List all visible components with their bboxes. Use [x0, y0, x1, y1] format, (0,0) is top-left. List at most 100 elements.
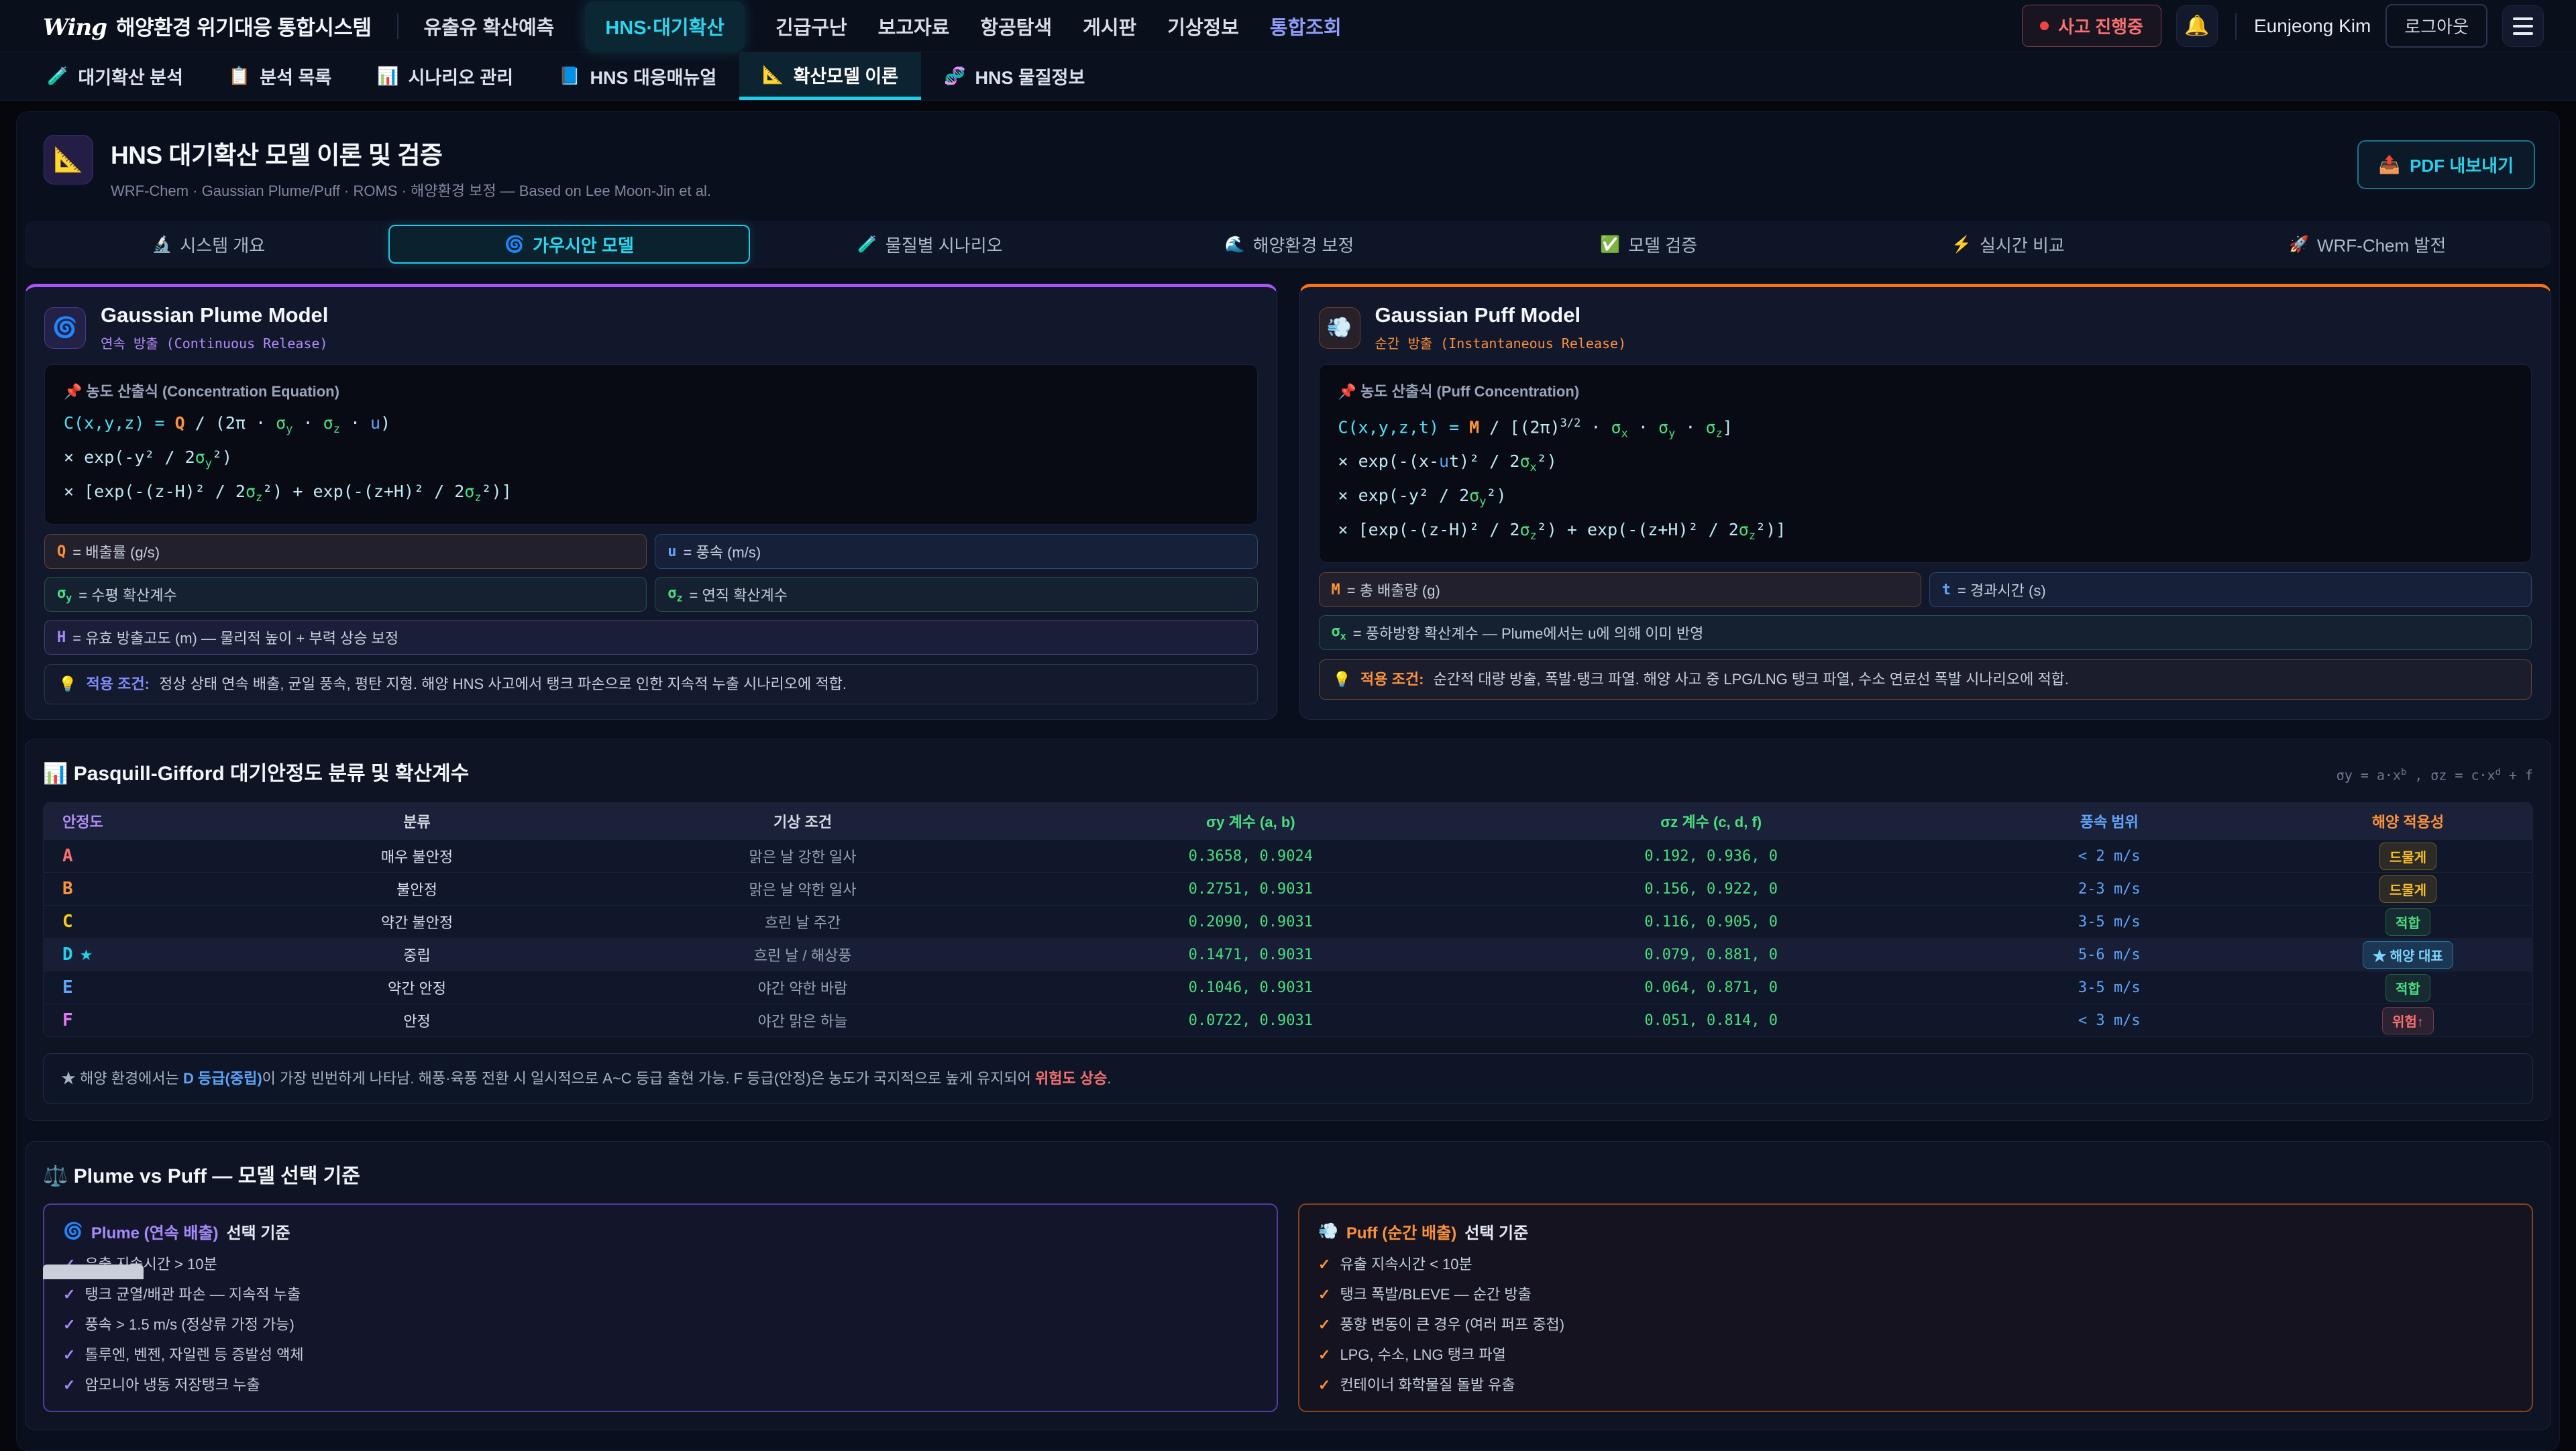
criteria-item: ✓풍속 > 1.5 m/s (정상류 가정 가능) — [63, 1313, 1258, 1334]
criteria-text: 탱크 폭발/BLEVE — 순간 방출 — [1340, 1283, 1531, 1304]
topnav-item-2[interactable]: HNS·대기확산 — [585, 1, 745, 51]
token: ²) — [1486, 486, 1506, 505]
token: · — [340, 413, 370, 433]
section-tab-3[interactable]: 🧪물질별 시나리오 — [750, 225, 1110, 264]
grade-cell: A — [44, 846, 243, 866]
subnav-tab-2[interactable]: 📋분석 목록 — [206, 52, 354, 100]
subnav-tab-icon: 📐 — [762, 64, 784, 85]
selection-box-accent: Plume (연속 배출) — [91, 1220, 219, 1243]
token: z — [1530, 529, 1537, 543]
pin-icon: 📌 — [1338, 383, 1356, 400]
token: 위험도 상승 — [1035, 1070, 1107, 1087]
criteria-text: 유출 지속시간 < 10분 — [1340, 1252, 1472, 1274]
selection-box-accent: Puff (순간 배출) — [1346, 1220, 1456, 1243]
logout-button[interactable]: 로그아웃 — [2385, 4, 2487, 48]
criteria-text: LPG, 수소, LNG 탱크 파열 — [1340, 1343, 1505, 1364]
equation-line: × exp(-y² / 2σy²) — [64, 443, 1238, 478]
plume-condition-note: 💡 적용 조건: 정상 상태 연속 배출, 균일 풍속, 평탄 지형. 해양 H… — [44, 664, 1258, 704]
subnav-tab-3[interactable]: 📊시나리오 관리 — [354, 52, 536, 100]
grade-cell: D★ — [44, 945, 243, 965]
notifications-button[interactable]: 🔔 — [2176, 5, 2218, 47]
subnav-tab-4[interactable]: 📘HNS 대응매뉴얼 — [536, 52, 739, 100]
class-cell: 약간 안정 — [243, 977, 591, 998]
subnav-tab-label: 시나리오 관리 — [409, 63, 514, 89]
token: × [exp(-(z-H)² / 2 — [64, 482, 246, 501]
subnav-tab-5[interactable]: 📐확산모델 이론 — [739, 52, 921, 100]
check-icon: ✓ — [63, 1286, 75, 1303]
section-tab-4[interactable]: 🌊해양환경 보정 — [1110, 225, 1469, 264]
incident-status-label: 사고 진행중 — [2058, 13, 2143, 38]
topnav-item-8[interactable]: 통합조회 — [1270, 12, 1342, 40]
pdf-export-button[interactable]: 📤 PDF 내보내기 — [2357, 140, 2535, 189]
token: ) — [380, 413, 390, 433]
parameter-description: = 유효 방출고도 (m) — 물리적 높이 + 부력 상승 보정 — [72, 627, 398, 648]
app-logo[interactable]: Wing 해양환경 위기대응 통합시스템 — [43, 11, 372, 41]
table-row[interactable]: D★중립흐린 날 / 해상풍0.1471, 0.90310.079, 0.881… — [44, 938, 2532, 971]
token: σ — [323, 413, 333, 433]
grade-letter: A — [62, 846, 73, 866]
criteria-text: 암모니아 냉동 저장탱크 누출 — [85, 1373, 260, 1395]
selection-box-title: 💨Puff (순간 배출) 선택 기준 — [1318, 1220, 2513, 1243]
topnav-item-1[interactable]: 유출유 확산예측 — [424, 12, 555, 40]
parameter-symbol: t — [1942, 582, 1951, 598]
star-icon: ★ — [80, 947, 93, 963]
token: y — [286, 423, 292, 436]
parameter-description: = 풍하방향 확산계수 — Plume에서는 u에 의해 이미 반영 — [1353, 622, 1704, 643]
equation-line: × exp(-y² / 2σy²) — [1338, 482, 2513, 516]
incident-status-badge[interactable]: 사고 진행중 — [2022, 5, 2161, 47]
parameter-item: Q= 배출률 (g/s) — [44, 534, 647, 569]
topnav-item-4[interactable]: 보고자료 — [878, 12, 950, 40]
section-tab-label: 가우시안 모델 — [533, 232, 634, 257]
table-header-row: 안정도분류기상 조건σy 계수 (a, b)σz 계수 (c, d, f)풍속 … — [44, 803, 2532, 839]
token: d — [2496, 767, 2501, 777]
hamburger-menu-button[interactable] — [2502, 5, 2544, 47]
subnav-tab-6[interactable]: 🧬HNS 물질정보 — [921, 52, 1108, 100]
parameter-symbol: H — [57, 629, 66, 646]
token: ²) + exp(-(z+H)² / 2 — [1537, 520, 1739, 539]
table-row[interactable]: F안정야간 맑은 하늘0.0722, 0.90310.051, 0.814, 0… — [44, 1004, 2532, 1036]
topnav-item-7[interactable]: 기상정보 — [1167, 12, 1239, 40]
token: z — [333, 423, 340, 436]
sigma-z-cell: 0.079, 0.881, 0 — [1487, 947, 1935, 963]
section-tab-7[interactable]: 🚀WRF-Chem 발전 — [2188, 225, 2547, 264]
section-tab-6[interactable]: ⚡실시간 비교 — [1829, 225, 2188, 264]
table-row[interactable]: B불안정맑은 날 약한 일사0.2751, 0.90310.156, 0.922… — [44, 872, 2532, 905]
section-tab-1[interactable]: 🔬시스템 개요 — [29, 225, 388, 264]
section-tab-icon: 🌀 — [504, 235, 525, 254]
table-row[interactable]: A매우 불안정맑은 날 강한 일사0.3658, 0.90240.192, 0.… — [44, 839, 2532, 872]
section-tab-5[interactable]: ✅모델 검증 — [1469, 225, 1829, 264]
topnav-item-3[interactable]: 긴급구난 — [775, 12, 847, 40]
condition-text: 순간적 대량 방출, 폭발·탱크 파열. 해양 사고 중 LPG/LNG 탱크 … — [1434, 671, 2069, 688]
sigma-y-cell: 0.2751, 0.9031 — [1014, 881, 1487, 898]
secondary-navigation: 🧪대기확산 분석📋분석 목록📊시나리오 관리📘HNS 대응매뉴얼📐확산모델 이론… — [0, 52, 2576, 101]
criteria-item: ✓탱크 폭발/BLEVE — 순간 방출 — [1318, 1283, 2513, 1304]
subnav-tab-1[interactable]: 🧪대기확산 분석 — [24, 52, 206, 100]
subnav-tab-label: 분석 목록 — [260, 63, 331, 89]
token: z — [1749, 529, 1756, 543]
check-icon: ✓ — [63, 1346, 75, 1364]
weather-cell: 야간 맑은 하늘 — [591, 1010, 1014, 1031]
subnav-tab-label: HNS 물질정보 — [975, 63, 1085, 89]
table-row[interactable]: E약간 안정야간 약한 바람0.1046, 0.90310.064, 0.871… — [44, 971, 2532, 1004]
sigma-y-cell: 0.1471, 0.9031 — [1014, 947, 1487, 963]
grade-letter: E — [62, 977, 73, 998]
equation-line: × exp(-(x-ut)² / 2σx²) — [1338, 447, 2513, 482]
puff-card-title: Gaussian Puff Model — [1375, 303, 1627, 327]
table-section-title: 📊 Pasquill-Gifford 대기안정도 분류 및 확산계수 — [43, 757, 469, 786]
check-icon: ✓ — [1318, 1316, 1330, 1334]
weather-cell: 흐린 날 주간 — [591, 911, 1014, 932]
plume-parameters: Q= 배출률 (g/s)u= 풍속 (m/s)σy= 수평 확산계수σz= 연직… — [44, 534, 1258, 655]
token: x — [1621, 427, 1628, 440]
plume-card-header: 🌀 Gaussian Plume Model 연속 방출 (Continuous… — [44, 303, 1258, 352]
section-tab-2[interactable]: 🌀 가우시안 모델 — [388, 225, 751, 264]
column-header: σy 계수 (a, b) — [1014, 810, 1487, 832]
table-row[interactable]: C약간 불안정흐린 날 주간0.2090, 0.90310.116, 0.905… — [44, 905, 2532, 938]
topnav-item-6[interactable]: 게시판 — [1083, 12, 1136, 40]
sigma-z-cell: 0.051, 0.814, 0 — [1487, 1012, 1935, 1029]
weather-cell: 맑은 날 강한 일사 — [591, 845, 1014, 867]
wind-puff-icon: 💨 — [1318, 1222, 1338, 1241]
token: z — [474, 491, 481, 504]
puff-equation-panel: 📌 농도 산출식 (Puff Concentration) C(x,y,z,t)… — [1319, 364, 2532, 563]
topnav-item-5[interactable]: 항공탐색 — [980, 12, 1052, 40]
main-menu: 유출유 확산예측 HNS·대기확산 긴급구난 보고자료 항공탐색 게시판 기상정보 통합조회 — [424, 1, 1342, 51]
